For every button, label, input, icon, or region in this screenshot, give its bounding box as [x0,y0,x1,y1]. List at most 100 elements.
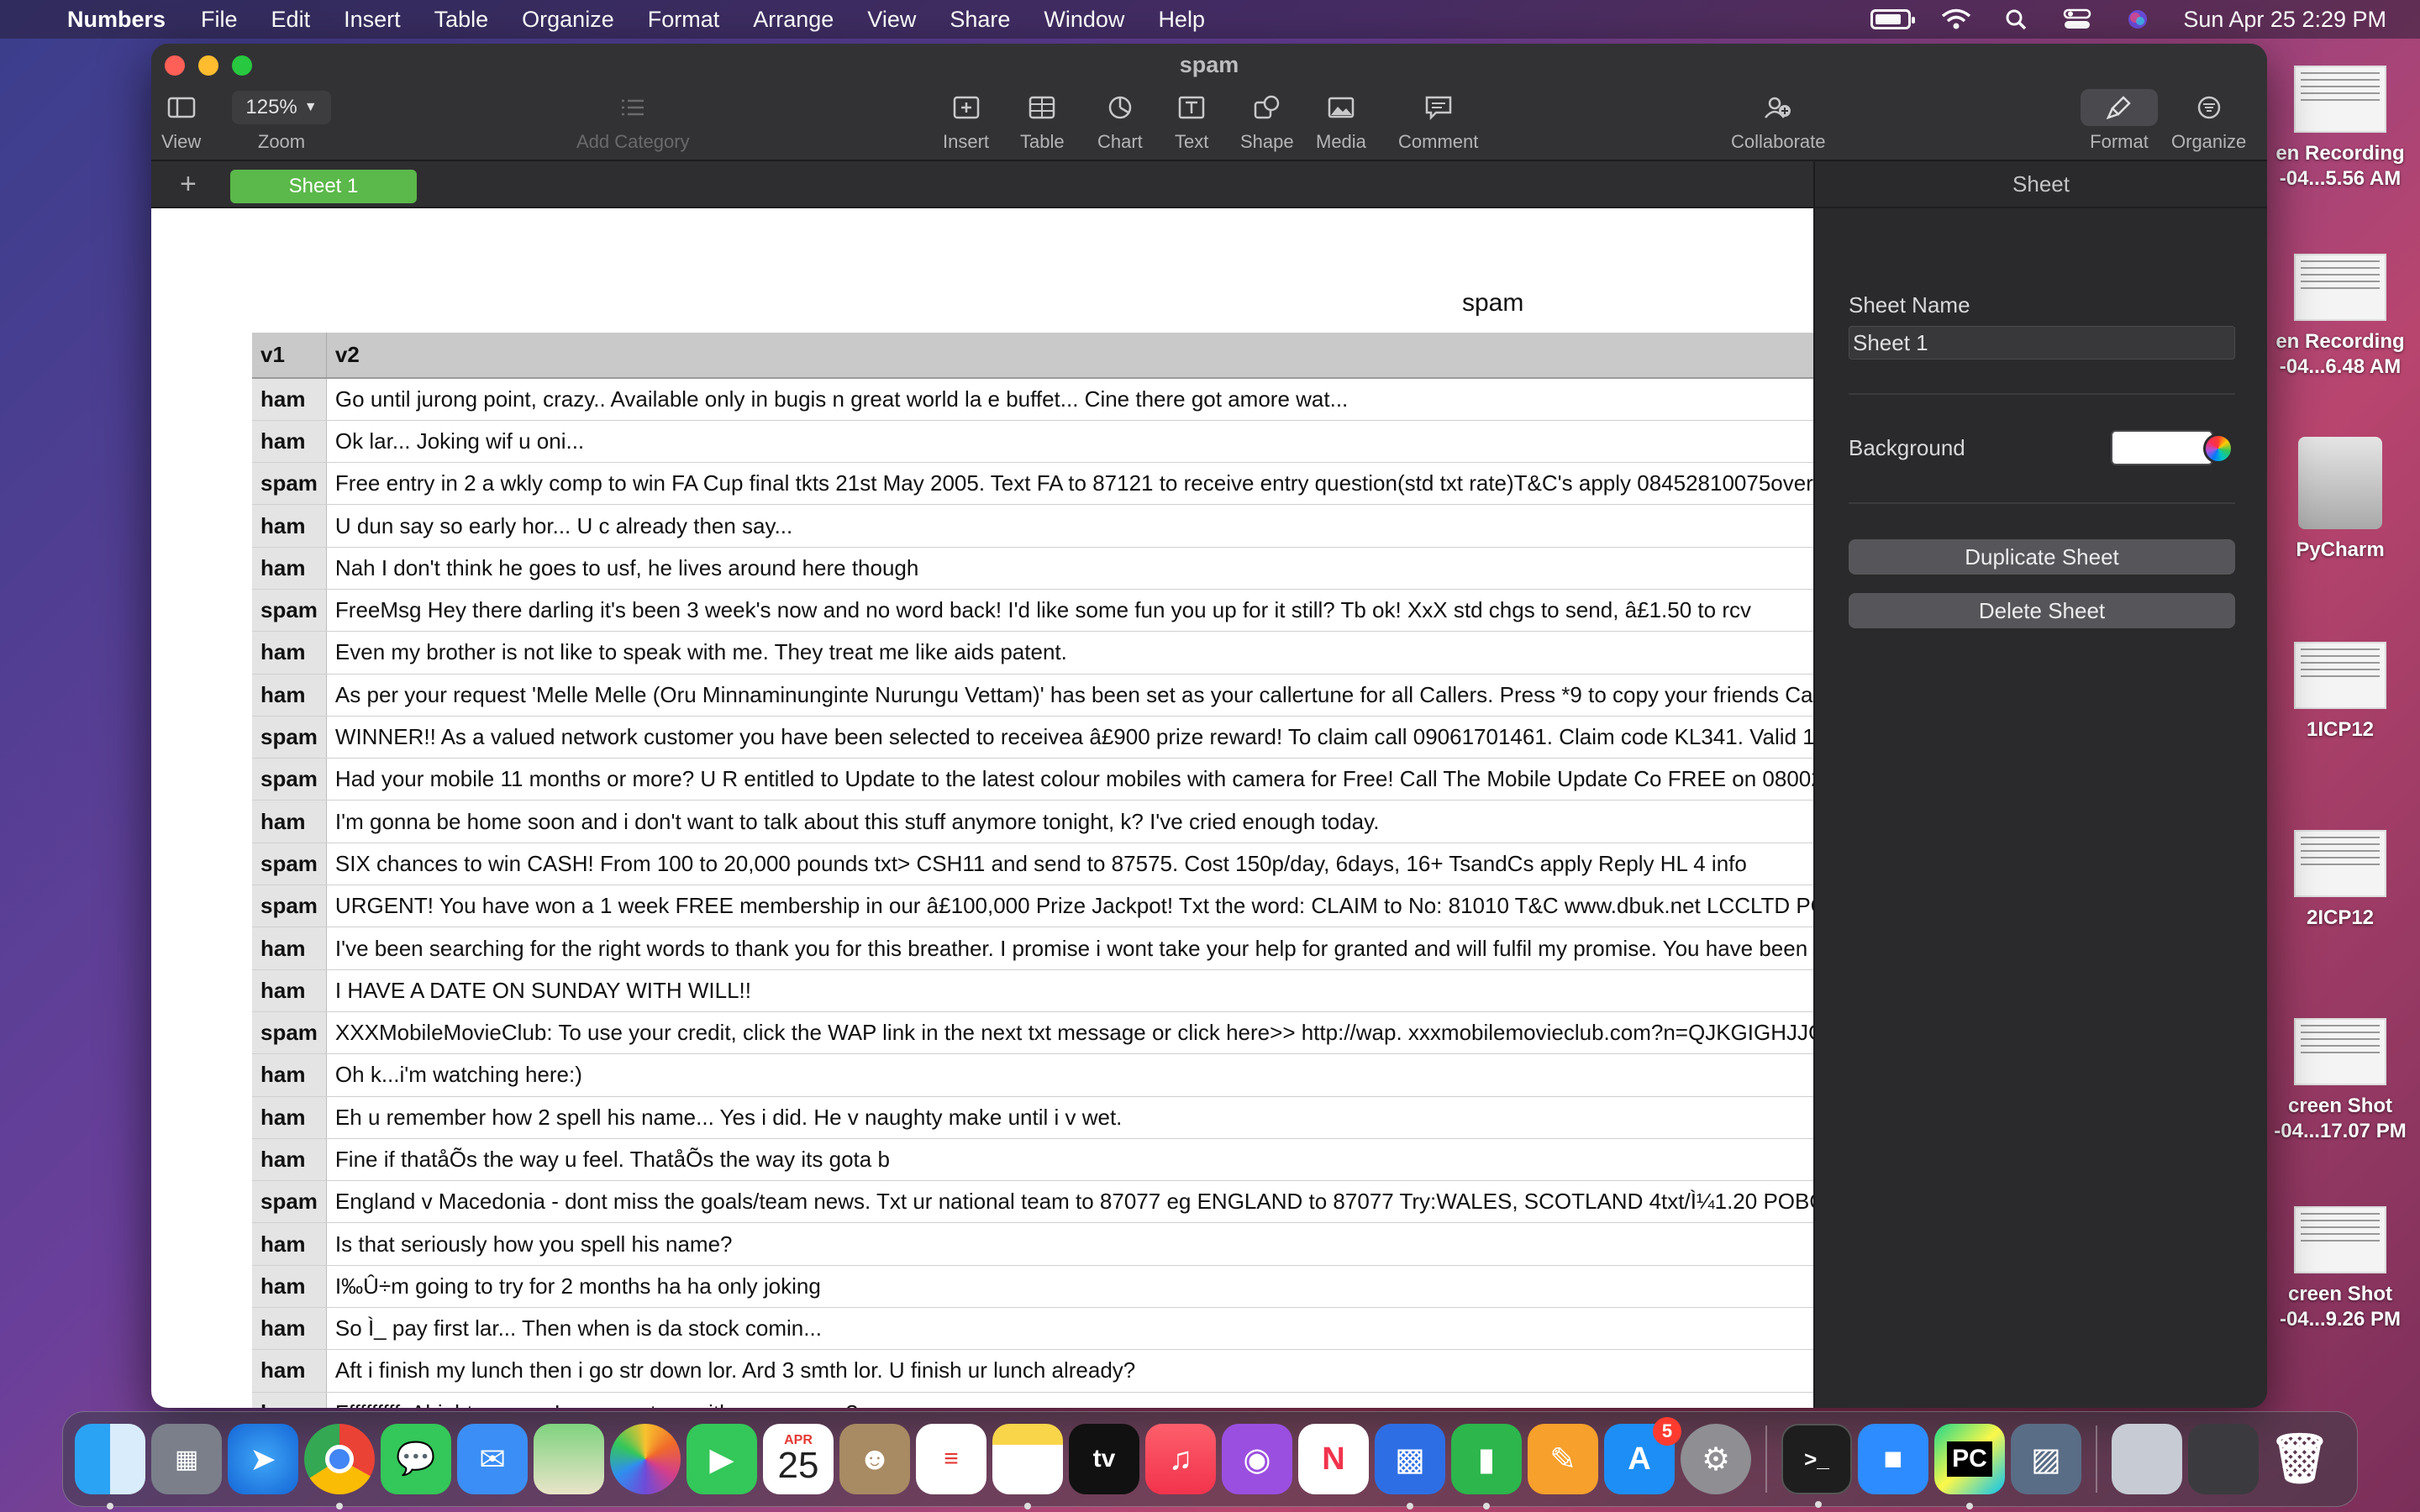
notes-icon[interactable] [992,1424,1063,1509]
table-button[interactable]: Table [1020,89,1065,153]
table-title[interactable]: spam [1462,289,1523,318]
messages-icon[interactable]: 💬 [381,1424,451,1494]
cell-v1[interactable]: ham [252,420,327,464]
recent-stack-icon[interactable] [2188,1424,2259,1494]
chrome-icon[interactable] [304,1424,375,1509]
cell-v2[interactable]: Ok lar... Joking wif u oni... [326,420,1813,464]
zoom-control[interactable]: 125% ▼ Zoom [232,89,331,153]
cell-v2[interactable]: I‰Û÷m going to try for 2 months ha ha on… [326,1265,1813,1309]
cell-v2[interactable]: SIX chances to win CASH! From 100 to 20,… [326,843,1813,886]
cell-v1[interactable]: ham [252,1265,327,1309]
insert-button[interactable]: Insert [943,89,989,153]
music-icon[interactable]: ♫ [1145,1424,1216,1494]
text-button[interactable]: Text [1175,89,1208,153]
sheet-name-input[interactable]: Sheet 1 [1849,326,2235,360]
format-button[interactable]: Format [2081,89,2158,153]
cell-v1[interactable]: ham [252,800,327,843]
cell-v2[interactable]: Eh u remember how 2 spell his name... Ye… [326,1096,1813,1139]
cell-v1[interactable]: spam [252,589,327,633]
finder-icon[interactable] [75,1424,145,1509]
cell-v2[interactable]: I've been searching for the right words … [326,927,1813,970]
cell-v1[interactable]: ham [252,1053,327,1097]
shape-button[interactable]: Shape [1240,89,1294,153]
cell-v1[interactable]: ham [252,504,327,548]
menu-table[interactable]: Table [434,7,489,33]
system-preferences-icon[interactable]: ⚙ [1681,1424,1751,1494]
desktop-file-2icp12[interactable]: 2ICP12 [2260,830,2420,931]
cell-v1[interactable]: spam [252,1180,327,1224]
cell-v1[interactable]: ham [252,547,327,590]
organize-button[interactable]: Organize [2171,89,2246,153]
menu-format[interactable]: Format [648,7,720,33]
trash-icon[interactable]: 🗑 [2265,1424,2335,1494]
menu-edit[interactable]: Edit [271,7,311,33]
spotlight-search-icon[interactable] [2002,8,2032,30]
cell-v2[interactable]: Ffffffffff. Alright no way I can meet up… [326,1392,1813,1408]
contacts-icon[interactable]: ☻ [839,1424,910,1494]
calendar-icon[interactable]: APR 25 [763,1424,834,1494]
media-button[interactable]: Media [1316,89,1366,153]
zoom-app-icon[interactable]: ■ [1858,1424,1928,1494]
pycharm-icon[interactable]: PC [1934,1424,2005,1509]
menu-organize[interactable]: Organize [522,7,614,33]
pages-icon[interactable]: ✎ [1528,1424,1598,1494]
safari-icon[interactable]: ➤ [228,1424,298,1494]
cell-v1[interactable]: ham [252,1307,327,1351]
collaborate-button[interactable]: Collaborate [1731,89,1826,153]
cell-v2[interactable]: WINNER!! As a valued network customer yo… [326,716,1813,759]
cell-v1[interactable]: spam [252,1011,327,1055]
zoom-select[interactable]: 125% ▼ [232,91,331,124]
cell-v2[interactable]: Nah I don't think he goes to usf, he liv… [326,547,1813,590]
cell-v1[interactable]: spam [252,716,327,759]
sheet-tab-sheet-1[interactable]: Sheet 1 [230,170,417,203]
cell-v2[interactable]: Is that seriously how you spell his name… [326,1222,1813,1266]
cell-v2[interactable]: FreeMsg Hey there darling it's been 3 we… [326,589,1813,633]
comment-button[interactable]: Comment [1398,89,1478,153]
chart-button[interactable]: Chart [1097,89,1143,153]
desktop-file-screen-shot-2[interactable]: creen Shot -04...9.26 PM [2260,1206,2420,1332]
cell-v2[interactable]: I'm gonna be home soon and i don't want … [326,800,1813,843]
siri-icon[interactable] [2123,8,2153,30]
downloads-stack-icon[interactable] [2112,1424,2182,1494]
cell-v1[interactable]: ham [252,1096,327,1139]
column-header-v2[interactable]: v2 [326,333,1813,379]
cell-v2[interactable]: Go until jurong point, crazy.. Available… [326,378,1813,421]
menu-window[interactable]: Window [1044,7,1124,33]
cell-v2[interactable]: Fine if thatåÕs the way u feel. ThatåÕs … [326,1138,1813,1182]
cell-v2[interactable]: I HAVE A DATE ON SUNDAY WITH WILL!! [326,969,1813,1012]
column-header-v1[interactable]: v1 [252,333,327,379]
cell-v1[interactable]: ham [252,969,327,1012]
desktop-drive-pycharm[interactable]: PyCharm [2260,437,2420,563]
cell-v2[interactable]: Even my brother is not like to speak wit… [326,631,1813,675]
terminal-icon[interactable]: >_ [1781,1424,1852,1508]
menu-share[interactable]: Share [950,7,1010,33]
cell-v1[interactable]: ham [252,674,327,717]
cell-v2[interactable]: Had your mobile 11 months or more? U R e… [326,758,1813,801]
cell-v1[interactable]: ham [252,1349,327,1393]
podcasts-icon[interactable]: ◉ [1222,1424,1292,1494]
cell-v2[interactable]: U dun say so early hor... U c already th… [326,504,1813,548]
menubar-clock[interactable]: Sun Apr 25 2:29 PM [2183,7,2386,33]
control-center-icon[interactable] [2062,8,2092,30]
background-color-swatch[interactable] [2111,430,2213,465]
launchpad-icon[interactable]: ▦ [151,1424,222,1494]
desktop-file-screen-recording-1[interactable]: en Recording -04...5.56 AM [2260,66,2420,192]
duplicate-sheet-button[interactable]: Duplicate Sheet [1849,539,2235,575]
view-button[interactable]: View [161,89,201,153]
cell-v2[interactable]: Aft i finish my lunch then i go str down… [326,1349,1813,1393]
apple-tv-icon[interactable]: tv [1069,1424,1139,1494]
menu-app-name[interactable]: Numbers [67,7,166,33]
numbers-app-icon[interactable]: ▮ [1451,1424,1522,1509]
add-sheet-button[interactable]: + [180,168,197,201]
desktop-file-screen-recording-2[interactable]: en Recording -04...6.48 AM [2260,254,2420,380]
cell-v1[interactable]: ham [252,1392,327,1408]
maps-icon[interactable] [534,1424,604,1494]
wifi-icon[interactable] [1941,8,1971,30]
facetime-icon[interactable]: ▶ [687,1424,757,1494]
cell-v1[interactable]: ham [252,1138,327,1182]
mail-icon[interactable]: ✉ [457,1424,528,1494]
preview-icon[interactable]: ▨ [2011,1424,2081,1494]
menu-help[interactable]: Help [1158,7,1205,33]
menu-arrange[interactable]: Arrange [753,7,834,33]
photos-icon[interactable] [610,1424,681,1494]
